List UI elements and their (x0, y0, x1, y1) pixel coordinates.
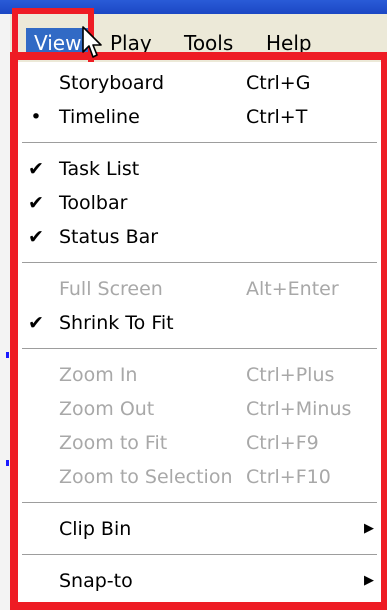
mouse-pointer-icon (82, 26, 102, 58)
background-mark (6, 460, 9, 466)
annotation-highlight-edge (381, 52, 387, 610)
background-mark (6, 352, 9, 358)
screenshot-stage: View Play Tools Help Storyboard Ctrl+G •… (0, 0, 387, 610)
annotation-highlight-menu (10, 52, 387, 610)
background-window-strip (0, 14, 10, 610)
